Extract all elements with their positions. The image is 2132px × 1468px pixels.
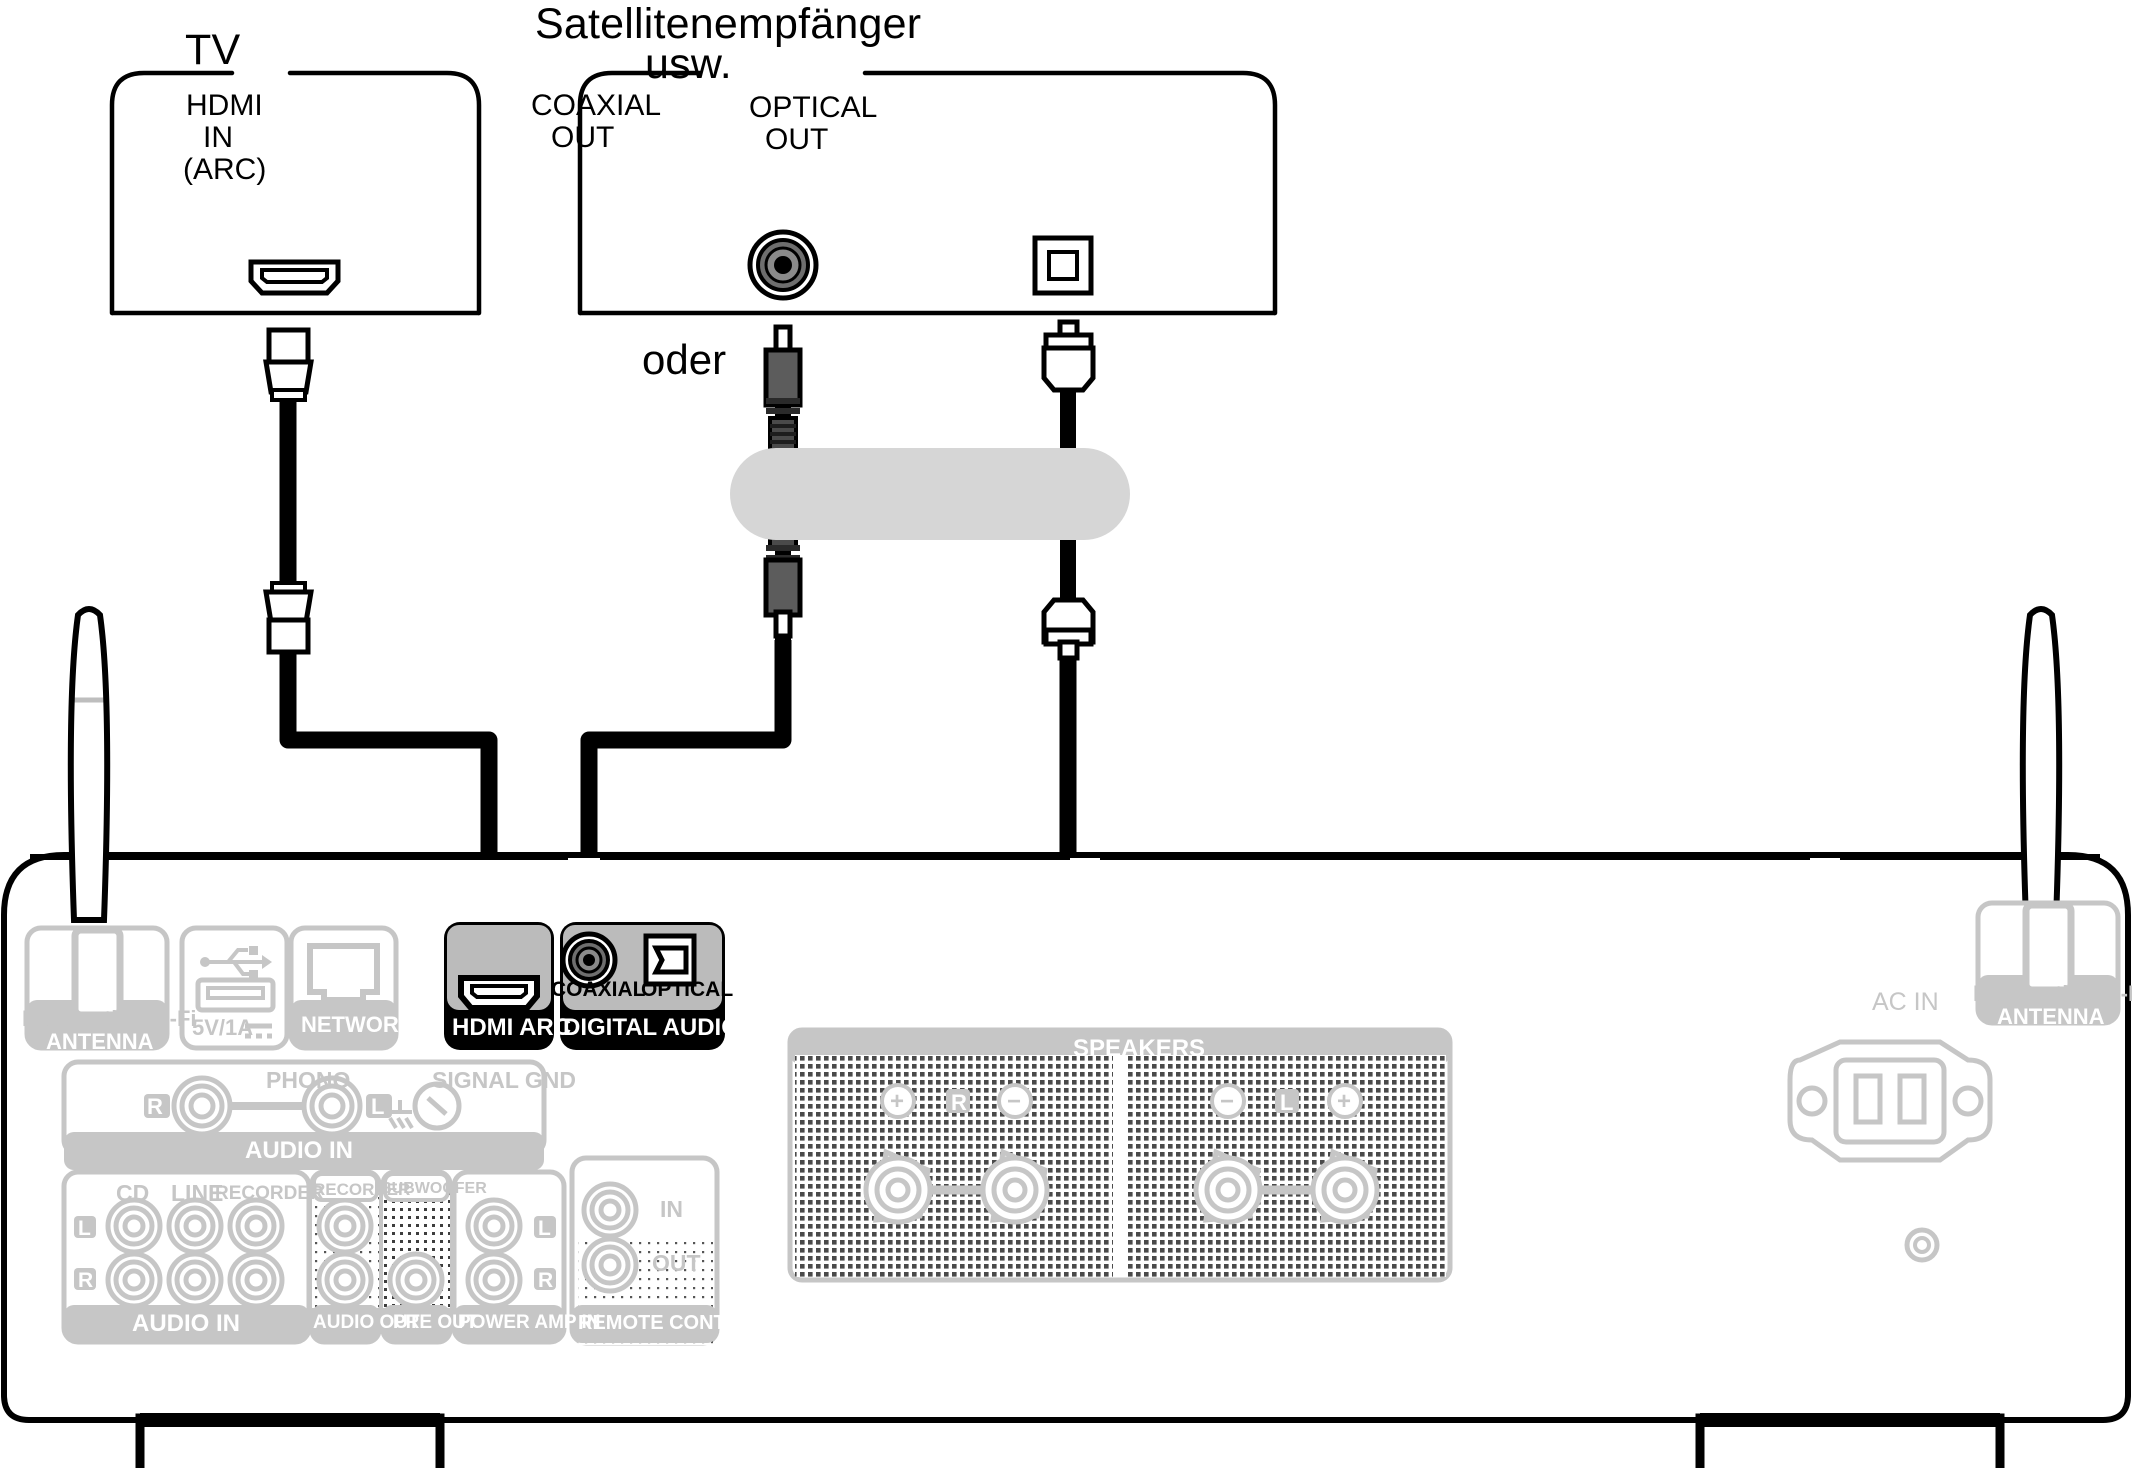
diagram-canvas <box>1 70 2131 1468</box>
remote-in-label: IN <box>660 1196 683 1222</box>
audio-in-jacks[interactable] <box>105 1197 285 1309</box>
phono-label: PHONO <box>266 1067 351 1093</box>
digital-audio-in-label: DIGITAL AUDIO IN <box>563 1014 771 1041</box>
phono-bar-label: AUDIO IN <box>245 1137 353 1164</box>
speakers-block <box>787 1027 1453 1283</box>
receiver-coaxial-label: COAXIAL <box>551 978 646 1001</box>
connection-diagram: TV Satellitenempfänger usw. HDMI IN (ARC… <box>0 0 2132 1468</box>
ac-in-label: AC IN <box>1872 988 1939 1016</box>
antenna-right-label-2: ANTENNA <box>1997 1004 2105 1029</box>
audio-in-col-cd: CD <box>116 1180 150 1206</box>
speaker-left-minus: − <box>1220 1088 1235 1115</box>
chassis-screw-icon <box>1904 1227 1940 1263</box>
tv-hdmi-port-icon <box>248 259 341 296</box>
toslink-plug-lower <box>1041 597 1096 661</box>
ac-in-inlet-icon <box>1787 1039 1993 1163</box>
alternative-pill <box>730 448 1130 540</box>
network-label: NETWORK <box>301 1012 415 1037</box>
hdmi-arc-label: HDMI ARC <box>452 1014 572 1041</box>
satellite-enclosure <box>577 70 1278 316</box>
signal-gnd-label: SIGNAL GND <box>432 1067 576 1093</box>
sat-rca-jack-icon <box>747 229 819 301</box>
rca-plug-upper <box>763 324 803 462</box>
antenna-left-label-2: ANTENNA <box>46 1029 154 1054</box>
hdmi-plug-upper <box>263 327 314 402</box>
power-amp-mark-l: L <box>538 1217 551 1240</box>
audio-in-bar-label: AUDIO IN <box>132 1310 240 1337</box>
usb-label: 5V/1A <box>192 1015 254 1040</box>
phono-mark-r: R <box>147 1094 163 1119</box>
speaker-right-channel: R <box>951 1090 967 1115</box>
phono-jack-r[interactable] <box>171 1075 233 1137</box>
receiver-optical-jack-icon[interactable] <box>643 933 697 987</box>
hdmi-plug-lower <box>263 581 314 655</box>
speakers-bar-label: SPEAKERS <box>1073 1035 1206 1062</box>
pre-out-jack[interactable] <box>387 1251 445 1309</box>
phono-mark-l: L <box>371 1094 385 1119</box>
power-amp-mark-r: R <box>538 1269 554 1292</box>
antenna-left <box>67 606 111 923</box>
remote-out-label: OUT <box>652 1250 701 1276</box>
receiver-optical-label: OPTICAL <box>641 978 734 1001</box>
audio-in-mark-l: L <box>78 1217 91 1240</box>
remote-bar-label: REMOTE CONTROL <box>578 1312 768 1334</box>
speaker-left-channel: L <box>1280 1090 1294 1115</box>
pre-out-top-label: SUBWOOFER <box>381 1180 487 1197</box>
audio-in-col-recorder: RECORDER <box>215 1183 324 1204</box>
speaker-right-plus: + <box>890 1088 905 1115</box>
speaker-right-minus: − <box>1007 1088 1022 1115</box>
audio-in-mark-r: R <box>78 1269 94 1292</box>
sat-toslink-port-icon <box>1032 235 1094 296</box>
antenna-right <box>2019 606 2063 923</box>
toslink-plug-upper <box>1041 319 1096 393</box>
speaker-left-plus: + <box>1337 1088 1352 1115</box>
